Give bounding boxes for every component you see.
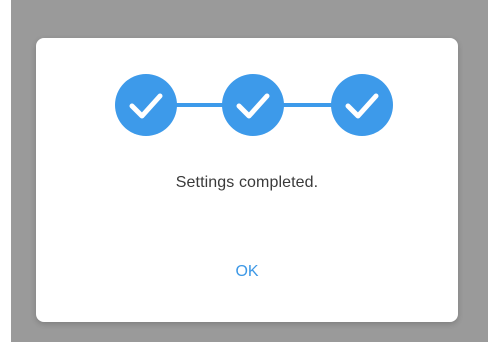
step-2-complete-icon (222, 74, 284, 136)
ok-button[interactable]: OK (197, 252, 297, 292)
step-3-complete-icon (331, 74, 393, 136)
progress-stepper (36, 74, 458, 136)
step-1-complete-icon (115, 74, 177, 136)
settings-complete-dialog: Settings completed. OK (36, 38, 458, 322)
dialog-message: Settings completed. (175, 174, 319, 191)
